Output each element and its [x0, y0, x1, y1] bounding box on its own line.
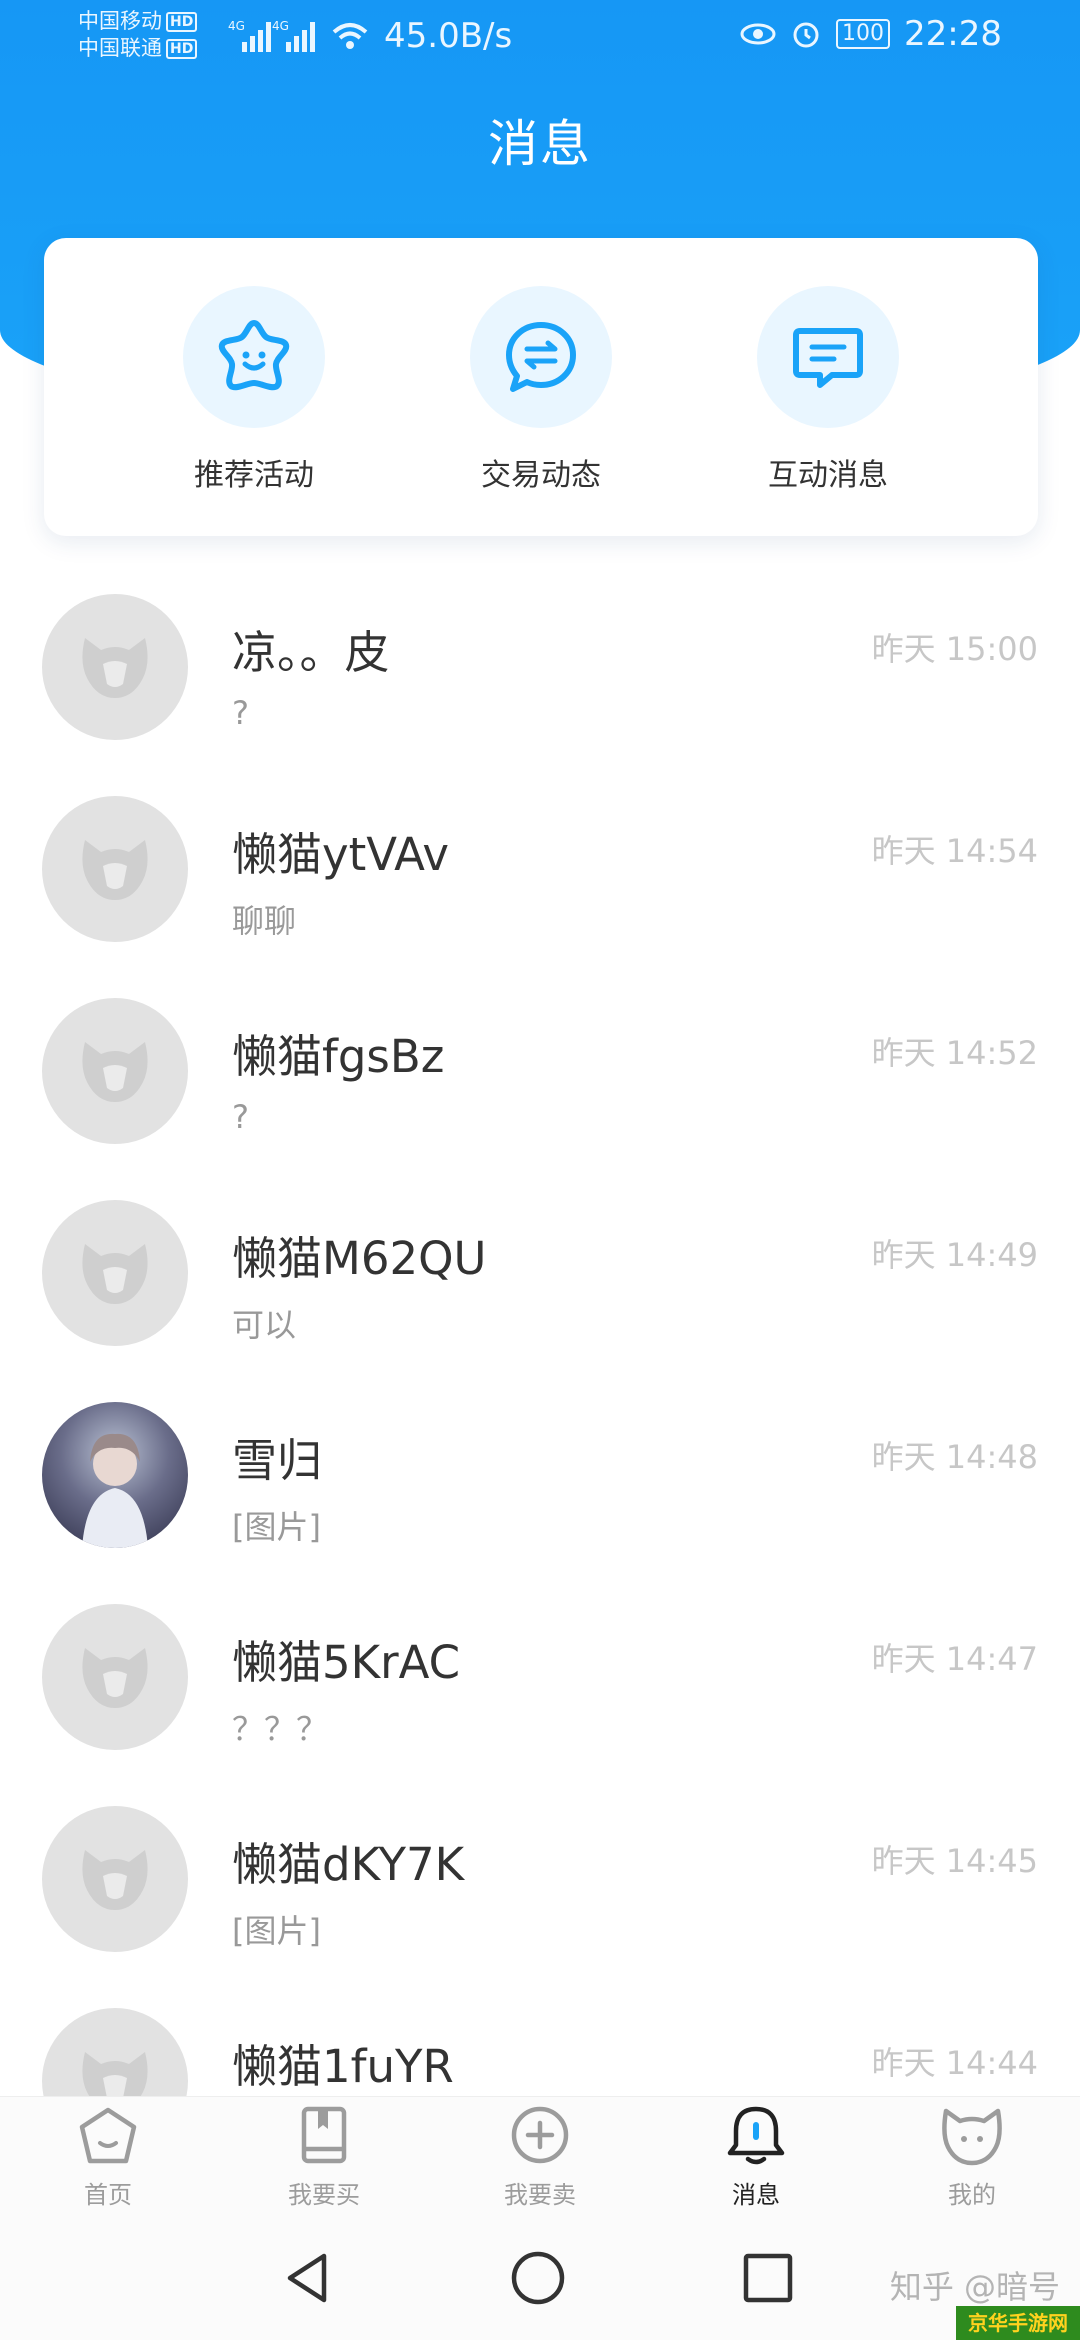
- hd-badge: HD: [166, 39, 198, 59]
- page-title: 消息: [488, 115, 592, 173]
- message-time: 昨天 14:44: [871, 2044, 1038, 2082]
- cat-face-icon: [82, 638, 148, 698]
- default-avatar: [42, 796, 188, 942]
- tab-label: 我要买: [288, 2181, 360, 2209]
- alarm-icon: [793, 22, 819, 48]
- tab-sell[interactable]: 我要卖: [460, 2105, 620, 2210]
- message-lines-icon: [757, 286, 899, 428]
- cat-face-icon: [82, 1850, 148, 1910]
- conversation-row[interactable]: 懒猫dKY7K [图片] 昨天 14:45: [0, 1806, 1080, 2008]
- quick-action-label: 交易动态: [481, 458, 601, 493]
- exchange-bubble-icon: [470, 286, 612, 428]
- last-message: ?: [232, 1098, 249, 1136]
- status-bar: 中国移动 HD 中国联通 HD 4G 4G 45.0B/s 100 22:28: [0, 0, 1080, 72]
- photo-avatar: [42, 1402, 188, 1548]
- default-avatar: [42, 1200, 188, 1346]
- message-time: 昨天 14:52: [871, 1034, 1038, 1072]
- conversation-row[interactable]: 凉。。皮 ? 昨天 15:00: [0, 594, 1080, 796]
- svg-text:4G: 4G: [228, 19, 245, 33]
- svg-text:4G: 4G: [272, 19, 289, 33]
- watermark: 知乎 @暗号: [889, 2268, 1060, 2306]
- last-message: 聊聊: [232, 902, 297, 940]
- message-time: 昨天 14:48: [871, 1438, 1038, 1476]
- cat-face-icon: [82, 840, 148, 900]
- contact-name: 懒猫ytVAv: [232, 828, 449, 881]
- carrier-1: 中国移动: [78, 9, 162, 33]
- conversation-row[interactable]: 懒猫fgsBz ? 昨天 14:52: [0, 998, 1080, 1200]
- last-message: [图片]: [232, 1912, 321, 1950]
- contact-name: 雪归: [232, 1434, 323, 1487]
- tab-label: 首页: [84, 2181, 132, 2209]
- quick-action-label: 推荐活动: [194, 458, 314, 493]
- message-time: 昨天 14:49: [871, 1236, 1038, 1274]
- tab-label: 我要卖: [504, 2181, 576, 2209]
- message-time: 昨天 15:00: [871, 630, 1038, 668]
- conversation-row[interactable]: 懒猫ytVAv 聊聊 昨天 14:54: [0, 796, 1080, 998]
- signal-icon: 4G: [272, 19, 315, 52]
- clock: 22:28: [904, 14, 1002, 54]
- home-pentagon-icon: [79, 2107, 137, 2164]
- site-badge: 京华手游网: [956, 2306, 1080, 2340]
- tab-messages[interactable]: 消息: [676, 2105, 836, 2210]
- contact-name: 凉。。皮: [232, 626, 390, 679]
- quick-action-recommended-events[interactable]: 推荐活动: [144, 286, 364, 494]
- tab-label: 消息: [732, 2181, 780, 2209]
- tab-buy[interactable]: 我要买: [244, 2105, 404, 2210]
- contact-name: 懒猫dKY7K: [232, 1838, 465, 1891]
- contact-name: 懒猫1fuYR: [232, 2040, 454, 2093]
- cat-face-icon: [82, 1648, 148, 1708]
- last-message: ?: [232, 694, 249, 732]
- star-smile-icon: [183, 286, 325, 428]
- default-avatar: [42, 594, 188, 740]
- last-message: 可以: [232, 1306, 297, 1344]
- quick-actions-card: 推荐活动 交易动态 互动消息: [44, 238, 1038, 536]
- conversation-row[interactable]: 懒猫M62QU 可以 昨天 14:49: [0, 1200, 1080, 1402]
- tab-label: 我的: [948, 2181, 996, 2209]
- eye-icon: [740, 23, 776, 45]
- battery-level: 100: [836, 19, 891, 49]
- default-avatar: [42, 1604, 188, 1750]
- conversation-row[interactable]: 雪归 [图片] 昨天 14:48: [0, 1402, 1080, 1604]
- message-time: 昨天 14:47: [871, 1640, 1038, 1678]
- contact-name: 懒猫M62QU: [232, 1232, 487, 1285]
- recents-icon[interactable]: [740, 2250, 796, 2306]
- plus-circle-icon: [511, 2106, 569, 2164]
- bell-icon: [727, 2106, 785, 2165]
- default-avatar: [42, 1806, 188, 1952]
- hd-badge: HD: [166, 12, 198, 32]
- bottom-tab-bar: 首页 我要买 我要卖 消息 我的: [0, 2096, 1080, 2209]
- tab-me[interactable]: 我的: [892, 2105, 1052, 2210]
- carrier-info: 中国移动 HD 中国联通 HD: [78, 8, 198, 62]
- home-icon[interactable]: [510, 2250, 566, 2306]
- network-speed: 45.0B/s: [384, 16, 513, 56]
- message-time: 昨天 14:45: [871, 1842, 1038, 1880]
- quick-action-label: 互动消息: [768, 458, 888, 493]
- contact-name: 懒猫fgsBz: [232, 1030, 445, 1083]
- cat-face-icon: [942, 2108, 1002, 2166]
- quick-action-trade-updates[interactable]: 交易动态: [431, 286, 651, 494]
- wifi-icon: [332, 23, 368, 49]
- message-time: 昨天 14:54: [871, 832, 1038, 870]
- cat-face-icon: [82, 1244, 148, 1304]
- last-message: ？？？: [232, 1710, 329, 1748]
- default-avatar: [42, 998, 188, 1144]
- conversation-row[interactable]: 懒猫5KrAC ？？？ 昨天 14:47: [0, 1604, 1080, 1806]
- last-message: [图片]: [232, 1508, 321, 1546]
- book-icon: [301, 2106, 347, 2164]
- back-icon[interactable]: [280, 2250, 336, 2306]
- contact-name: 懒猫5KrAC: [232, 1636, 461, 1689]
- status-right: 100 22:28: [740, 14, 1002, 54]
- tab-home[interactable]: 首页: [28, 2105, 188, 2210]
- carrier-2: 中国联通: [78, 36, 162, 60]
- cat-face-icon: [82, 1042, 148, 1102]
- quick-action-interactions[interactable]: 互动消息: [718, 286, 938, 494]
